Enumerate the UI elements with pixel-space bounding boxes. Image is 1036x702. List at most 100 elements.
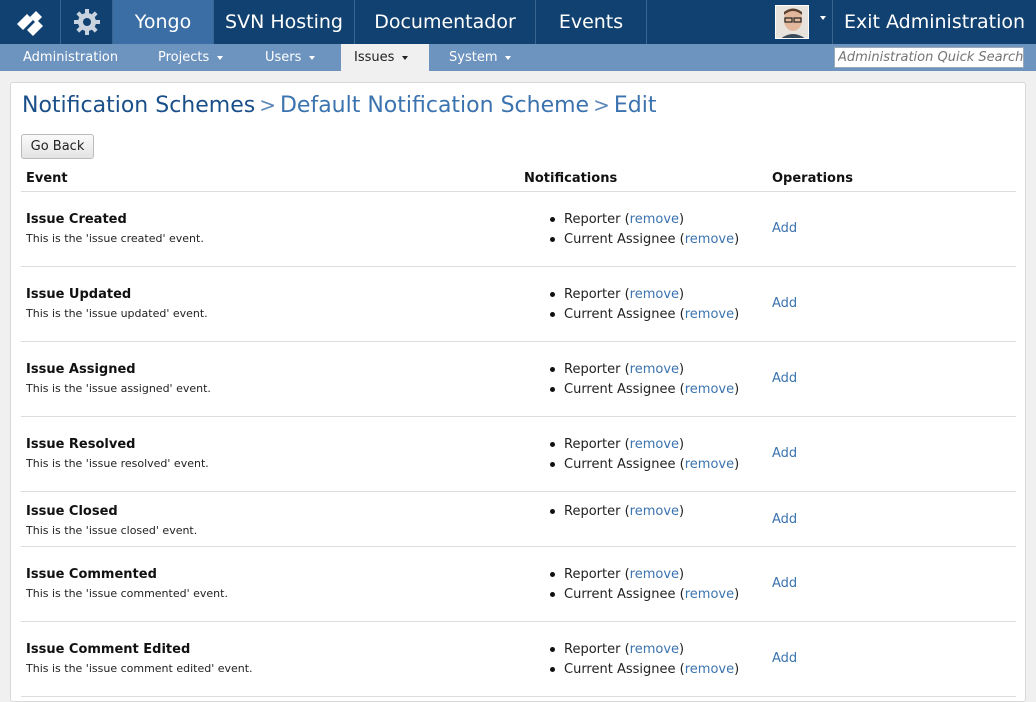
table-row: Issue Commented This is the 'issue commen…	[21, 547, 1016, 622]
notification-item: Reporter (remove)	[550, 435, 739, 455]
notification-list: Reporter (remove) Current Assignee (remov…	[550, 640, 739, 680]
subnav-system[interactable]: System	[429, 44, 529, 71]
notification-item: Reporter (remove)	[550, 360, 739, 380]
notification-recipient: Current Assignee	[564, 307, 676, 322]
chevron-down-icon	[217, 55, 224, 60]
quick-search-input[interactable]	[834, 47, 1024, 68]
event-name: Issue Resolved	[26, 437, 136, 452]
admin-subnav: Administration Projects Users Issues Sys…	[0, 44, 1036, 71]
event-name: Issue Closed	[26, 504, 118, 519]
notification-recipient: Current Assignee	[564, 457, 676, 472]
notification-recipient: Current Assignee	[564, 662, 676, 677]
event-name: Issue Created	[26, 212, 127, 227]
event-description: This is the 'issue resolved' event.	[26, 457, 209, 470]
breadcrumb-separator: >	[593, 93, 610, 117]
logo-icon[interactable]	[0, 0, 61, 44]
notifications-table: Event Notifications Operations Issue Cre…	[21, 168, 1016, 697]
chevron-down-icon	[820, 16, 826, 20]
remove-link[interactable]: remove	[685, 587, 734, 602]
notification-recipient: Current Assignee	[564, 587, 676, 602]
event-description: This is the 'issue created' event.	[26, 232, 204, 245]
nav-yongo[interactable]: Yongo	[113, 0, 214, 44]
breadcrumb-notification-schemes[interactable]: Notification Schemes	[22, 93, 255, 118]
event-description: This is the 'issue commented' event.	[26, 587, 228, 600]
notification-item: Reporter (remove)	[550, 640, 739, 660]
add-notification-link[interactable]: Add	[772, 651, 797, 666]
add-notification-link[interactable]: Add	[772, 576, 797, 591]
notification-item: Reporter (remove)	[550, 285, 739, 305]
notification-recipient: Reporter	[564, 504, 621, 519]
notification-recipient: Current Assignee	[564, 232, 676, 247]
breadcrumb-separator: >	[259, 93, 276, 117]
nav-svn-hosting[interactable]: SVN Hosting	[214, 0, 355, 44]
event-description: This is the 'issue closed' event.	[26, 524, 198, 537]
notification-item: Current Assignee (remove)	[550, 585, 739, 605]
notification-recipient: Reporter	[564, 362, 621, 377]
add-notification-link[interactable]: Add	[772, 221, 797, 236]
notification-item: Current Assignee (remove)	[550, 455, 739, 475]
remove-link[interactable]: remove	[630, 362, 679, 377]
notification-item: Current Assignee (remove)	[550, 660, 739, 680]
header-notifications: Notifications	[524, 171, 618, 186]
table-row: Issue Closed This is the 'issue closed' e…	[21, 492, 1016, 547]
remove-link[interactable]: remove	[630, 212, 679, 227]
table-row: Issue Resolved This is the 'issue resolve…	[21, 417, 1016, 492]
notification-item: Reporter (remove)	[550, 210, 739, 230]
notification-recipient: Reporter	[564, 567, 621, 582]
notification-recipient: Reporter	[564, 642, 621, 657]
table-row: Issue Updated This is the 'issue updated'…	[21, 267, 1016, 342]
event-name: Issue Commented	[26, 567, 157, 582]
add-notification-link[interactable]: Add	[772, 371, 797, 386]
notification-item: Reporter (remove)	[550, 502, 684, 522]
remove-link[interactable]: remove	[630, 642, 679, 657]
remove-link[interactable]: remove	[685, 662, 734, 677]
chevron-down-icon	[505, 55, 512, 60]
breadcrumb: Notification Schemes > Default Notificatio…	[22, 93, 656, 118]
table-header: Event Notifications Operations	[21, 168, 1016, 192]
add-notification-link[interactable]: Add	[772, 446, 797, 461]
breadcrumb-default-scheme[interactable]: Default Notification Scheme	[280, 93, 589, 118]
exit-administration-button[interactable]: Exit Administration	[833, 0, 1036, 44]
notification-item: Reporter (remove)	[550, 565, 739, 585]
notification-item: Current Assignee (remove)	[550, 305, 739, 325]
table-row: Issue Assigned This is the 'issue assigne…	[21, 342, 1016, 417]
notification-list: Reporter (remove) Current Assignee (remov…	[550, 565, 739, 605]
notification-recipient: Reporter	[564, 437, 621, 452]
table-body: Issue Created This is the 'issue created'…	[21, 192, 1016, 697]
nav-events[interactable]: Events	[536, 0, 647, 44]
notification-recipient: Reporter	[564, 287, 621, 302]
subnav-users[interactable]: Users	[242, 44, 341, 71]
gear-icon[interactable]	[61, 0, 113, 44]
nav-documentador[interactable]: Documentador	[355, 0, 536, 44]
notification-recipient: Current Assignee	[564, 382, 676, 397]
notification-list: Reporter (remove) Current Assignee (remov…	[550, 285, 739, 325]
event-name: Issue Comment Edited	[26, 642, 191, 657]
chevron-down-icon	[309, 55, 316, 60]
breadcrumb-edit: Edit	[613, 93, 657, 118]
event-name: Issue Updated	[26, 287, 132, 302]
header-event: Event	[26, 171, 68, 186]
remove-link[interactable]: remove	[685, 232, 734, 247]
remove-link[interactable]: remove	[685, 457, 734, 472]
avatar	[775, 5, 809, 39]
remove-link[interactable]: remove	[630, 567, 679, 582]
go-back-button[interactable]: Go Back	[21, 134, 94, 159]
notification-list: Reporter (remove) Current Assignee (remov…	[550, 360, 739, 400]
user-menu[interactable]	[775, 0, 833, 44]
add-notification-link[interactable]: Add	[772, 296, 797, 311]
main-content: Notification Schemes > Default Notificatio…	[10, 82, 1026, 702]
remove-link[interactable]: remove	[685, 307, 734, 322]
remove-link[interactable]: remove	[630, 287, 679, 302]
remove-link[interactable]: remove	[630, 504, 679, 519]
remove-link[interactable]: remove	[630, 437, 679, 452]
subnav-issues[interactable]: Issues	[341, 44, 429, 71]
table-row: Issue Created This is the 'issue created'…	[21, 192, 1016, 267]
add-notification-link[interactable]: Add	[772, 512, 797, 527]
notification-item: Current Assignee (remove)	[550, 230, 739, 250]
top-navigation-bar: Yongo SVN Hosting Documentador Events Ex…	[0, 0, 1036, 44]
notification-recipient: Reporter	[564, 212, 621, 227]
subnav-administration[interactable]: Administration	[0, 44, 137, 71]
notification-list: Reporter (remove) Current Assignee (remov…	[550, 435, 739, 475]
subnav-projects[interactable]: Projects	[137, 44, 242, 71]
remove-link[interactable]: remove	[685, 382, 734, 397]
